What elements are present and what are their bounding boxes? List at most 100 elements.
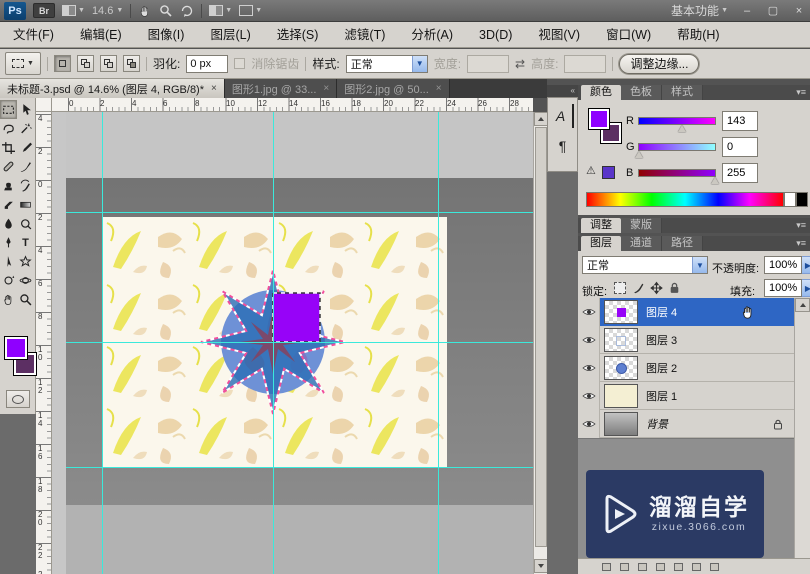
ruler-origin-box[interactable] [36,98,52,112]
adjustment-layer-icon[interactable] [656,563,665,571]
tab-layers[interactable]: 图层 [581,236,621,251]
layer-row[interactable]: 图层 2 [578,354,794,382]
menu-image[interactable]: 图像(I) [135,22,198,48]
tab-close-icon[interactable]: × [211,83,217,94]
width-input[interactable] [467,55,509,73]
menu-view[interactable]: 视图(V) [525,22,593,48]
layer-name[interactable]: 图层 1 [646,388,677,404]
tool-preset-picker[interactable]: ▼ [5,52,41,75]
color-spectrum-bar[interactable] [586,192,784,207]
foreground-color-swatch[interactable] [4,336,28,360]
panel-menu-icon[interactable]: ▾≡ [796,218,810,233]
workspace-switcher[interactable]: 基本功能▼ [671,2,728,19]
layer-thumbnail[interactable] [604,328,638,352]
tab-styles[interactable]: 样式 [662,85,703,100]
tab-masks[interactable]: 蒙版 [621,218,662,233]
visibility-toggle[interactable] [578,382,600,410]
hand-tool[interactable] [0,290,17,309]
panel-menu-icon[interactable]: ▾≡ [796,236,810,251]
path-selection-tool[interactable] [0,252,17,271]
layer-name[interactable]: 背景 [646,416,668,432]
link-layers-icon[interactable] [602,563,611,571]
layer-name[interactable]: 图层 4 [646,304,677,320]
guide-vertical[interactable] [273,112,274,574]
3d-orbit-tool[interactable] [17,271,34,290]
lock-transparency-icon[interactable] [614,282,626,294]
scroll-up-button[interactable] [795,298,810,312]
tab-channels[interactable]: 通道 [621,236,662,251]
layer-style-icon[interactable] [620,563,629,571]
tab-adjustments[interactable]: 调整 [581,218,621,233]
layer-name[interactable]: 图层 3 [646,332,677,348]
foreground-color-well[interactable] [588,108,610,130]
quick-mask-button[interactable] [6,390,30,408]
history-brush-tool[interactable] [17,176,34,195]
magic-wand-tool[interactable] [17,119,34,138]
blue-channel-slider[interactable] [638,169,716,177]
new-layer-icon[interactable] [692,563,701,571]
layer-row[interactable]: 图层 1 [578,382,794,410]
height-input[interactable] [564,55,606,73]
horizontal-ruler[interactable]: 0246810121416182022242628 [52,98,533,112]
gradient-tool[interactable] [17,195,34,214]
character-panel-button[interactable]: A [552,104,574,128]
layer-thumbnail[interactable] [604,356,638,380]
restore-button[interactable]: ▢ [766,4,780,17]
layer-row-selected[interactable]: 图层 4 [578,298,794,326]
rectangular-marquee-tool[interactable] [0,100,17,119]
custom-shape-tool[interactable] [17,252,34,271]
layer-thumbnail[interactable] [604,412,638,436]
selection-mode-subtract-button[interactable] [100,55,117,72]
3d-rotate-tool[interactable] [0,271,17,290]
paragraph-panel-button[interactable]: ¶ [552,134,574,158]
tab-paths[interactable]: 路径 [662,236,703,251]
selection-mode-add-button[interactable] [77,55,94,72]
new-group-icon[interactable] [674,563,683,571]
gamut-warning-icon[interactable]: ⚠ [586,164,596,177]
menu-analysis[interactable]: 分析(A) [398,22,466,48]
menu-window[interactable]: 窗口(W) [593,22,664,48]
close-button[interactable]: × [792,5,806,17]
document-tab-active[interactable]: 未标题-3.psd @ 14.6% (图层 4, RGB/8)*× [0,79,225,98]
visibility-toggle[interactable] [578,354,600,382]
move-tool[interactable] [17,100,34,119]
lock-all-icon[interactable] [668,281,681,295]
dock-collapse-header[interactable]: « [547,85,578,97]
eyedropper-tool[interactable] [17,138,34,157]
blur-tool[interactable] [0,214,17,233]
vertical-scrollbar[interactable] [533,112,547,574]
tab-color[interactable]: 颜色 [581,85,621,100]
red-channel-value[interactable]: 143 [722,111,758,131]
menu-help[interactable]: 帮助(H) [664,22,732,48]
tab-close-icon[interactable]: × [323,83,329,94]
minimize-button[interactable]: – [740,5,754,17]
eraser-tool[interactable] [0,195,17,214]
zoom-level-control[interactable]: 14.6▼ [92,5,123,17]
layers-scrollbar[interactable] [794,298,810,558]
fill-arrow-icon[interactable]: ▶ [802,279,810,297]
menu-3d[interactable]: 3D(D) [466,22,525,48]
burn-tool[interactable] [17,214,34,233]
lock-pixels-icon[interactable] [632,281,645,295]
vertical-ruler[interactable]: 42024681012141618202224 [36,112,52,574]
view-extras-button[interactable]: ▼ [62,5,85,16]
hand-tool-shortcut[interactable] [138,4,152,18]
layer-name[interactable]: 图层 2 [646,360,677,376]
green-channel-value[interactable]: 0 [722,137,758,157]
menu-filter[interactable]: 滤镜(T) [331,22,398,48]
document-tab[interactable]: 图形1.jpg @ 33...× [225,79,337,98]
feather-input[interactable] [186,55,228,73]
visibility-toggle[interactable] [578,326,600,354]
spot-healing-tool[interactable] [0,157,17,176]
layer-thumbnail[interactable] [604,300,638,324]
slider-marker[interactable] [711,173,719,184]
menu-edit[interactable]: 编辑(E) [67,22,135,48]
visibility-toggle[interactable] [578,410,600,438]
delete-layer-icon[interactable] [710,563,719,571]
lock-position-icon[interactable] [650,281,663,295]
zoom-tool[interactable] [17,290,34,309]
visibility-toggle[interactable] [578,298,600,326]
add-mask-icon[interactable] [638,563,647,571]
black-swatch[interactable] [796,192,808,207]
scroll-up-button[interactable] [534,112,548,126]
